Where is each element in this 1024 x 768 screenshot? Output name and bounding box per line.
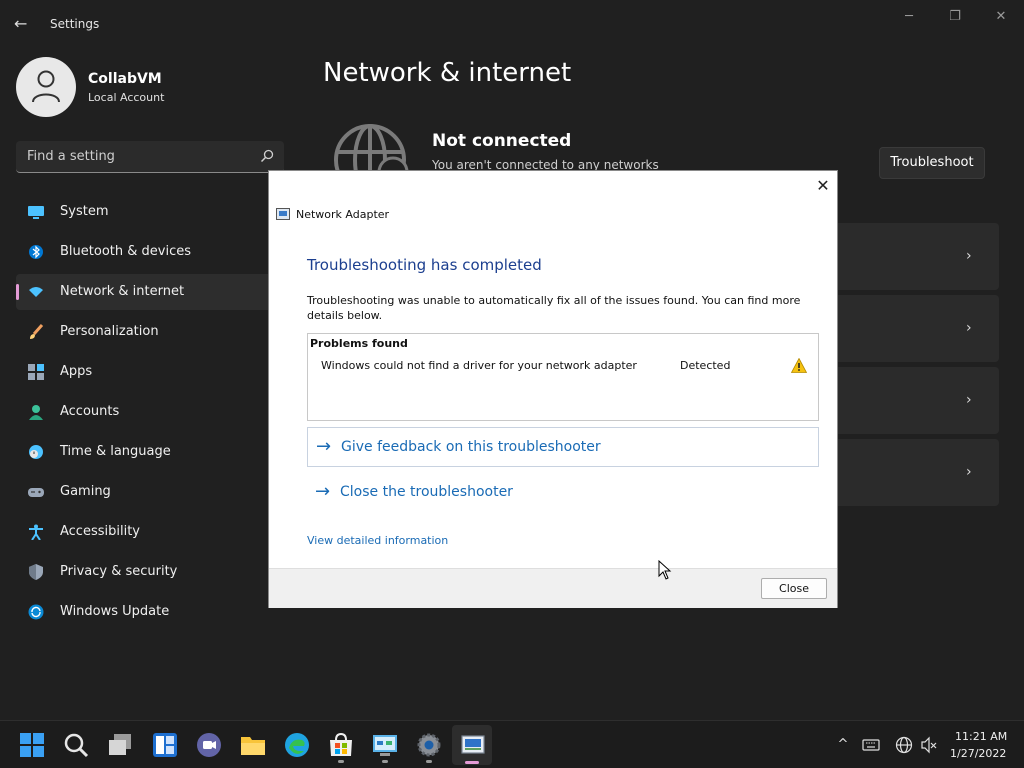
brush-icon	[30, 324, 44, 339]
search-placeholder: Find a setting	[27, 149, 115, 164]
view-detailed-information-link[interactable]: View detailed information	[307, 534, 448, 547]
running-indicator	[426, 760, 432, 763]
network-adapter-icon	[276, 208, 290, 220]
person-icon	[29, 405, 43, 420]
close-window-button[interactable]: ✕	[978, 6, 1024, 28]
network-adapter-icon[interactable]	[460, 732, 486, 758]
accessibility-icon	[29, 524, 43, 540]
sidebar-item-accessibility[interactable]: Accessibility	[16, 514, 284, 550]
back-arrow-icon[interactable]: ←	[14, 14, 34, 34]
start-icon[interactable]	[19, 732, 45, 758]
chevron-right-icon[interactable]: ›	[966, 320, 978, 336]
sidebar-item-system[interactable]: System	[16, 194, 284, 230]
active-app-indicator	[465, 761, 479, 764]
sidebar-item-label: Gaming	[60, 484, 111, 499]
problem-status: Detected	[680, 359, 731, 372]
give-feedback-label: Give feedback on this troubleshooter	[341, 439, 601, 455]
sidebar-item-privacy[interactable]: Privacy & security	[16, 554, 284, 590]
sidebar-item-accounts[interactable]: Accounts	[16, 394, 284, 430]
chevron-right-icon[interactable]: ›	[966, 392, 978, 408]
sidebar-item-time-language[interactable]: Time & language	[16, 434, 284, 470]
close-button[interactable]: Close	[761, 578, 827, 599]
search-icon[interactable]	[260, 149, 274, 163]
troubleshoot-button[interactable]: Troubleshoot	[879, 147, 985, 179]
dialog-app-name: Network Adapter	[296, 208, 390, 221]
sidebar-item-gaming[interactable]: Gaming	[16, 474, 284, 510]
avatar[interactable]	[16, 57, 76, 117]
bluetooth-icon	[29, 245, 43, 259]
chevron-right-icon[interactable]: ›	[966, 248, 978, 264]
gamepad-icon	[28, 488, 44, 497]
sidebar-item-label: Accessibility	[60, 524, 140, 539]
system-icon	[28, 206, 44, 219]
store-icon[interactable]	[328, 732, 354, 758]
sidebar-item-label: System	[60, 204, 109, 219]
widgets-icon[interactable]	[152, 732, 178, 758]
search-input[interactable]: Find a setting	[16, 141, 284, 173]
edge-icon[interactable]	[284, 732, 310, 758]
clock-date[interactable]: 1/27/2022	[950, 747, 1006, 760]
update-icon	[28, 604, 44, 620]
sidebar-item-windows-update[interactable]: Windows Update	[16, 594, 284, 630]
sidebar-item-network[interactable]: Network & internet	[16, 274, 284, 310]
apps-icon	[28, 364, 44, 380]
shield-icon	[29, 564, 43, 580]
teams-chat-icon[interactable]	[196, 732, 222, 758]
title-bar: ← Settings ─ ❐ ✕	[0, 0, 1024, 48]
arrow-right-icon: →	[316, 436, 332, 457]
sidebar-item-label: Personalization	[60, 324, 159, 339]
minimize-button[interactable]: ─	[886, 6, 932, 28]
mouse-cursor-icon	[658, 560, 672, 580]
network-globe-icon[interactable]	[895, 736, 913, 754]
sidebar-item-label: Time & language	[60, 444, 171, 459]
file-explorer-icon[interactable]	[240, 732, 266, 758]
sidebar-item-apps[interactable]: Apps	[16, 354, 284, 390]
person-icon	[32, 70, 60, 103]
account-type: Local Account	[88, 91, 165, 104]
volume-muted-icon[interactable]	[920, 736, 938, 754]
dialog-description: Troubleshooting was unable to automatica…	[307, 294, 801, 322]
sidebar-item-label: Accounts	[60, 404, 120, 419]
sidebar-item-label: Privacy & security	[60, 564, 178, 579]
user-name: CollabVM	[88, 71, 162, 87]
connection-status-title: Not connected	[432, 131, 572, 151]
maximize-button[interactable]: ❐	[932, 6, 978, 28]
window-title: Settings	[50, 17, 100, 31]
arrow-right-icon: →	[315, 481, 331, 502]
sidebar-item-label: Windows Update	[60, 604, 170, 619]
sidebar-item-personalization[interactable]: Personalization	[16, 314, 284, 350]
troubleshooter-dialog: ✕ Network Adapter Troubleshooting has co…	[268, 170, 838, 608]
search-icon[interactable]	[63, 732, 89, 758]
settings-icon[interactable]	[416, 732, 442, 758]
sidebar-item-label: Bluetooth & devices	[60, 244, 191, 259]
problems-list: Problems found Windows could not find a …	[307, 333, 819, 421]
page-title: Network & internet	[323, 58, 572, 88]
clock-globe-icon	[29, 445, 43, 459]
dialog-heading: Troubleshooting has completed	[307, 256, 542, 274]
running-indicator	[382, 760, 388, 763]
sidebar-item-label: Network & internet	[60, 284, 185, 299]
close-troubleshooter-label: Close the troubleshooter	[340, 484, 513, 500]
close-troubleshooter-link[interactable]: → Close the troubleshooter	[307, 473, 819, 513]
chevron-right-icon[interactable]: ›	[966, 464, 978, 480]
problem-description: Windows could not find a driver for your…	[321, 359, 637, 372]
running-indicator	[338, 760, 344, 763]
control-panel-icon[interactable]	[372, 732, 398, 758]
warning-icon	[791, 358, 807, 373]
sidebar-item-bluetooth[interactable]: Bluetooth & devices	[16, 234, 284, 270]
dialog-footer: Close	[269, 568, 837, 608]
wifi-icon	[29, 287, 43, 297]
close-icon[interactable]: ✕	[814, 177, 832, 195]
taskbar: ^ 11:21 AM 1/27/2022	[0, 720, 1024, 768]
give-feedback-link[interactable]: → Give feedback on this troubleshooter	[307, 427, 819, 467]
sidebar-item-label: Apps	[60, 364, 93, 379]
keyboard-icon[interactable]	[862, 736, 880, 754]
clock-time[interactable]: 11:21 AM	[955, 730, 1007, 743]
chevron-up-icon[interactable]: ^	[834, 736, 852, 754]
problems-header: Problems found	[310, 337, 408, 350]
sidebar-nav: System Bluetooth & devices Network & int…	[16, 194, 284, 634]
task-view-icon[interactable]	[107, 732, 133, 758]
